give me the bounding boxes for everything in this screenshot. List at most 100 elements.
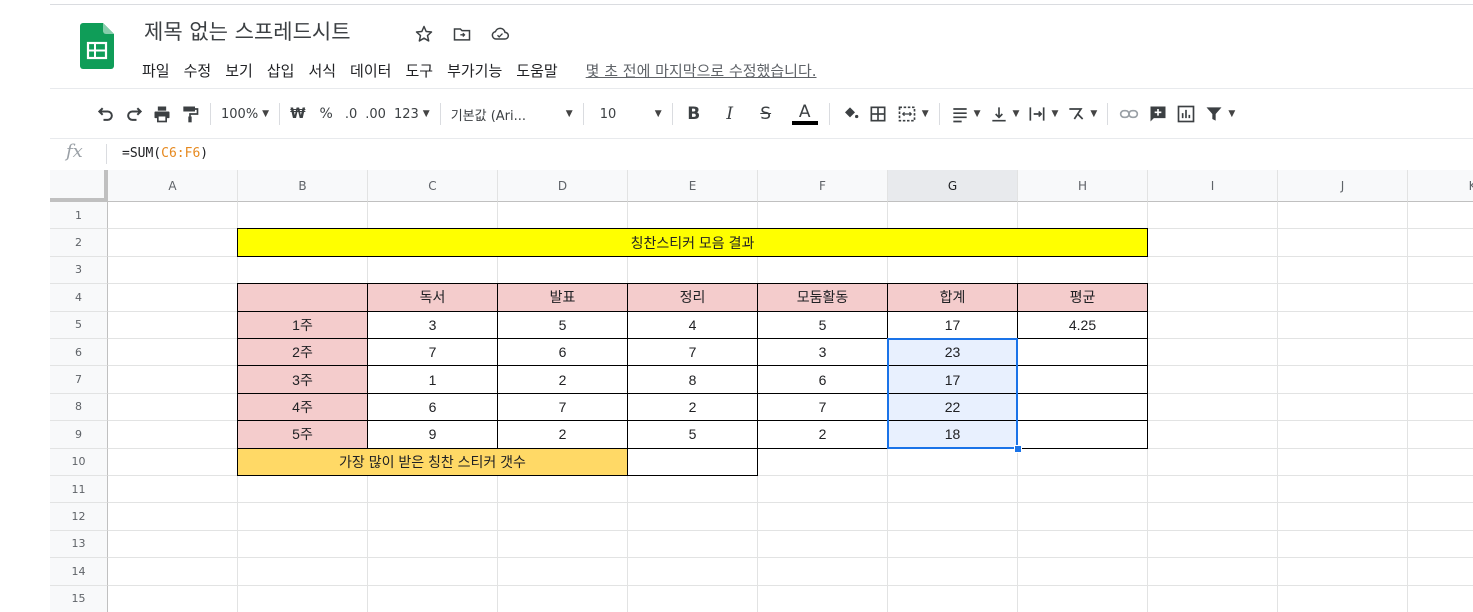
select-all-corner[interactable] xyxy=(50,170,108,202)
data-cell[interactable]: 3 xyxy=(367,310,498,339)
column-header-f[interactable]: F xyxy=(758,170,888,202)
data-cell[interactable] xyxy=(1017,392,1148,422)
data-cell[interactable]: 4 xyxy=(627,310,758,339)
week-cell[interactable]: 3주 xyxy=(237,365,368,394)
formula-input[interactable]: =SUM(C6:F6) xyxy=(122,146,208,161)
header-cell[interactable]: 평균 xyxy=(1017,283,1148,312)
column-header-c[interactable]: C xyxy=(368,170,498,202)
column-header-d[interactable]: D xyxy=(498,170,628,202)
row-header-6[interactable]: 6 xyxy=(50,339,108,367)
star-icon[interactable] xyxy=(412,22,436,46)
data-cell[interactable] xyxy=(1017,420,1148,449)
font-size-select[interactable]: 10 ▼ xyxy=(590,100,666,128)
currency-format-button[interactable]: ₩ xyxy=(286,100,309,128)
borders-icon[interactable] xyxy=(864,100,892,128)
row-header-11[interactable]: 11 xyxy=(50,476,108,504)
data-cell[interactable]: 2 xyxy=(757,420,888,449)
row-header-1[interactable]: 1 xyxy=(50,202,108,230)
menu-edit[interactable]: 수정 xyxy=(184,60,212,81)
data-cell[interactable] xyxy=(1017,338,1148,367)
column-header-k[interactable]: K xyxy=(1408,170,1473,202)
redo-icon[interactable] xyxy=(120,100,148,128)
data-cell[interactable]: 6 xyxy=(497,338,628,367)
filter-icon[interactable]: ▼ xyxy=(1200,100,1239,128)
vertical-align-icon[interactable]: ▼ xyxy=(985,100,1024,128)
menu-file[interactable]: 파일 xyxy=(142,60,170,81)
row-header-13[interactable]: 13 xyxy=(50,530,108,559)
menu-view[interactable]: 보기 xyxy=(225,60,253,81)
data-cell[interactable]: 2 xyxy=(497,420,628,449)
data-cell[interactable]: 2 xyxy=(497,365,628,394)
column-header-i[interactable]: I xyxy=(1148,170,1278,202)
week-cell[interactable]: 4주 xyxy=(237,392,368,422)
selection-fill-handle[interactable] xyxy=(1014,444,1022,453)
data-cell[interactable]: 23 xyxy=(887,338,1018,367)
most-stickers-value-cell[interactable] xyxy=(627,447,758,476)
menu-help[interactable]: 도움말 xyxy=(516,60,557,81)
data-cell[interactable]: 17 xyxy=(887,365,1018,394)
row-header-8[interactable]: 8 xyxy=(50,393,108,422)
row-header-9[interactable]: 9 xyxy=(50,421,108,449)
header-cell[interactable]: 독서 xyxy=(367,283,498,312)
column-header-b[interactable]: B xyxy=(238,170,368,202)
horizontal-align-icon[interactable]: ▼ xyxy=(946,100,985,128)
text-color-button[interactable]: A xyxy=(787,100,823,128)
data-cell[interactable]: 3 xyxy=(757,338,888,367)
row-header-2[interactable]: 2 xyxy=(50,229,108,257)
row-header-14[interactable]: 14 xyxy=(50,558,108,586)
text-wrap-icon[interactable]: ▼ xyxy=(1023,100,1062,128)
data-cell[interactable]: 6 xyxy=(367,392,498,422)
data-cell[interactable]: 4.25 xyxy=(1017,310,1148,339)
column-header-h[interactable]: H xyxy=(1018,170,1148,202)
data-cell[interactable]: 9 xyxy=(367,420,498,449)
data-cell[interactable]: 7 xyxy=(757,392,888,422)
insert-comment-icon[interactable] xyxy=(1144,100,1172,128)
data-cell[interactable]: 7 xyxy=(367,338,498,367)
row-header-7[interactable]: 7 xyxy=(50,366,108,394)
paint-format-icon[interactable] xyxy=(176,100,204,128)
zoom-select[interactable]: 100% ▼ xyxy=(217,100,273,128)
merge-cells-icon[interactable]: ▼ xyxy=(892,100,933,128)
data-cell[interactable]: 17 xyxy=(887,310,1018,339)
percent-format-button[interactable]: % xyxy=(316,100,337,128)
row-header-4[interactable]: 4 xyxy=(50,284,108,312)
move-folder-icon[interactable] xyxy=(450,22,474,46)
row-header-12[interactable]: 12 xyxy=(50,503,108,531)
menu-insert[interactable]: 삽입 xyxy=(267,60,295,81)
column-header-e[interactable]: E xyxy=(628,170,758,202)
week-cell[interactable]: 1주 xyxy=(237,310,368,339)
banner-cell[interactable]: 칭찬스티커 모음 결과 xyxy=(237,228,1148,257)
column-header-g[interactable]: G xyxy=(888,170,1018,202)
bold-button[interactable]: B xyxy=(679,100,709,128)
data-cell[interactable]: 18 xyxy=(887,420,1018,449)
data-cell[interactable] xyxy=(1017,365,1148,394)
data-cell[interactable]: 5 xyxy=(497,310,628,339)
header-cell[interactable]: 합계 xyxy=(887,283,1018,312)
italic-button[interactable]: I xyxy=(715,100,745,128)
column-header-a[interactable]: A xyxy=(108,170,238,202)
increase-decimal-button[interactable]: .00 xyxy=(361,100,390,128)
header-cell[interactable]: 발표 xyxy=(497,283,628,312)
sheets-logo-icon[interactable] xyxy=(80,23,114,69)
week-cell[interactable]: 2주 xyxy=(237,338,368,367)
insert-link-icon[interactable] xyxy=(1114,100,1144,128)
data-cell[interactable]: 1 xyxy=(367,365,498,394)
insert-chart-icon[interactable] xyxy=(1172,100,1200,128)
text-rotation-icon[interactable]: ▼ xyxy=(1062,100,1101,128)
data-cell[interactable]: 2 xyxy=(627,392,758,422)
row-header-5[interactable]: 5 xyxy=(50,311,108,339)
row-header-15[interactable]: 15 xyxy=(50,585,108,612)
strikethrough-button[interactable]: S xyxy=(751,100,781,128)
data-cell[interactable]: 8 xyxy=(627,365,758,394)
data-cell[interactable]: 6 xyxy=(757,365,888,394)
menu-data[interactable]: 데이터 xyxy=(350,60,391,81)
last-edit-link[interactable]: 몇 초 전에 마지막으로 수정했습니다. xyxy=(586,60,817,81)
undo-icon[interactable] xyxy=(92,100,120,128)
most-stickers-label-cell[interactable]: 가장 많이 받은 칭찬 스티커 갯수 xyxy=(237,447,628,476)
print-icon[interactable] xyxy=(148,100,176,128)
more-formats-select[interactable]: 123 ▼ xyxy=(390,100,434,128)
data-cell[interactable]: 22 xyxy=(887,392,1018,422)
data-cell[interactable]: 7 xyxy=(627,338,758,367)
header-cell[interactable]: 정리 xyxy=(627,283,758,312)
cloud-status-icon[interactable] xyxy=(488,22,512,46)
